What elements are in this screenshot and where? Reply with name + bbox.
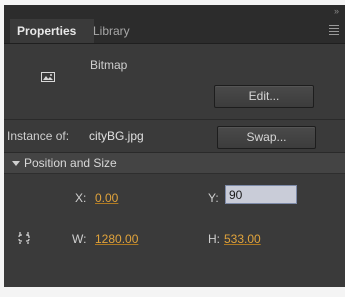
x-label: X: [75, 191, 87, 205]
collapse-icon[interactable]: » [334, 5, 339, 17]
disclosure-arrow-icon[interactable] [12, 161, 20, 166]
w-value[interactable]: 1280.00 [95, 232, 138, 246]
tab-bar: Properties Library [4, 19, 345, 44]
position-size-section: Position and Size X: 0.00 Y: W: 1280.00 … [4, 153, 345, 287]
symbol-section: Bitmap Edit... [4, 44, 345, 120]
tab-properties[interactable]: Properties [10, 19, 94, 43]
x-value[interactable]: 0.00 [95, 191, 118, 205]
tab-library[interactable]: Library [86, 19, 137, 43]
w-label: W: [72, 232, 87, 246]
properties-panel: » Properties Library Bitmap Edit... Inst… [4, 5, 345, 287]
h-label: H: [208, 232, 220, 246]
swap-button[interactable]: Swap... [217, 126, 316, 149]
bitmap-icon [41, 72, 55, 82]
h-value[interactable]: 533.00 [224, 232, 261, 246]
panel-top-strip: » [4, 5, 345, 19]
y-label: Y: [208, 191, 219, 205]
instance-of-label: Instance of: [7, 129, 70, 143]
position-size-title: Position and Size [24, 156, 117, 170]
instance-section: Instance of: cityBG.jpg Swap... [4, 120, 345, 153]
position-size-header[interactable]: Position and Size [4, 153, 345, 174]
link-icon[interactable] [17, 231, 31, 245]
symbol-type-label: Bitmap [90, 58, 128, 72]
edit-button[interactable]: Edit... [214, 85, 314, 108]
y-input[interactable] [225, 185, 297, 204]
panel-menu-icon[interactable] [329, 25, 339, 36]
instance-name: cityBG.jpg [89, 129, 144, 143]
